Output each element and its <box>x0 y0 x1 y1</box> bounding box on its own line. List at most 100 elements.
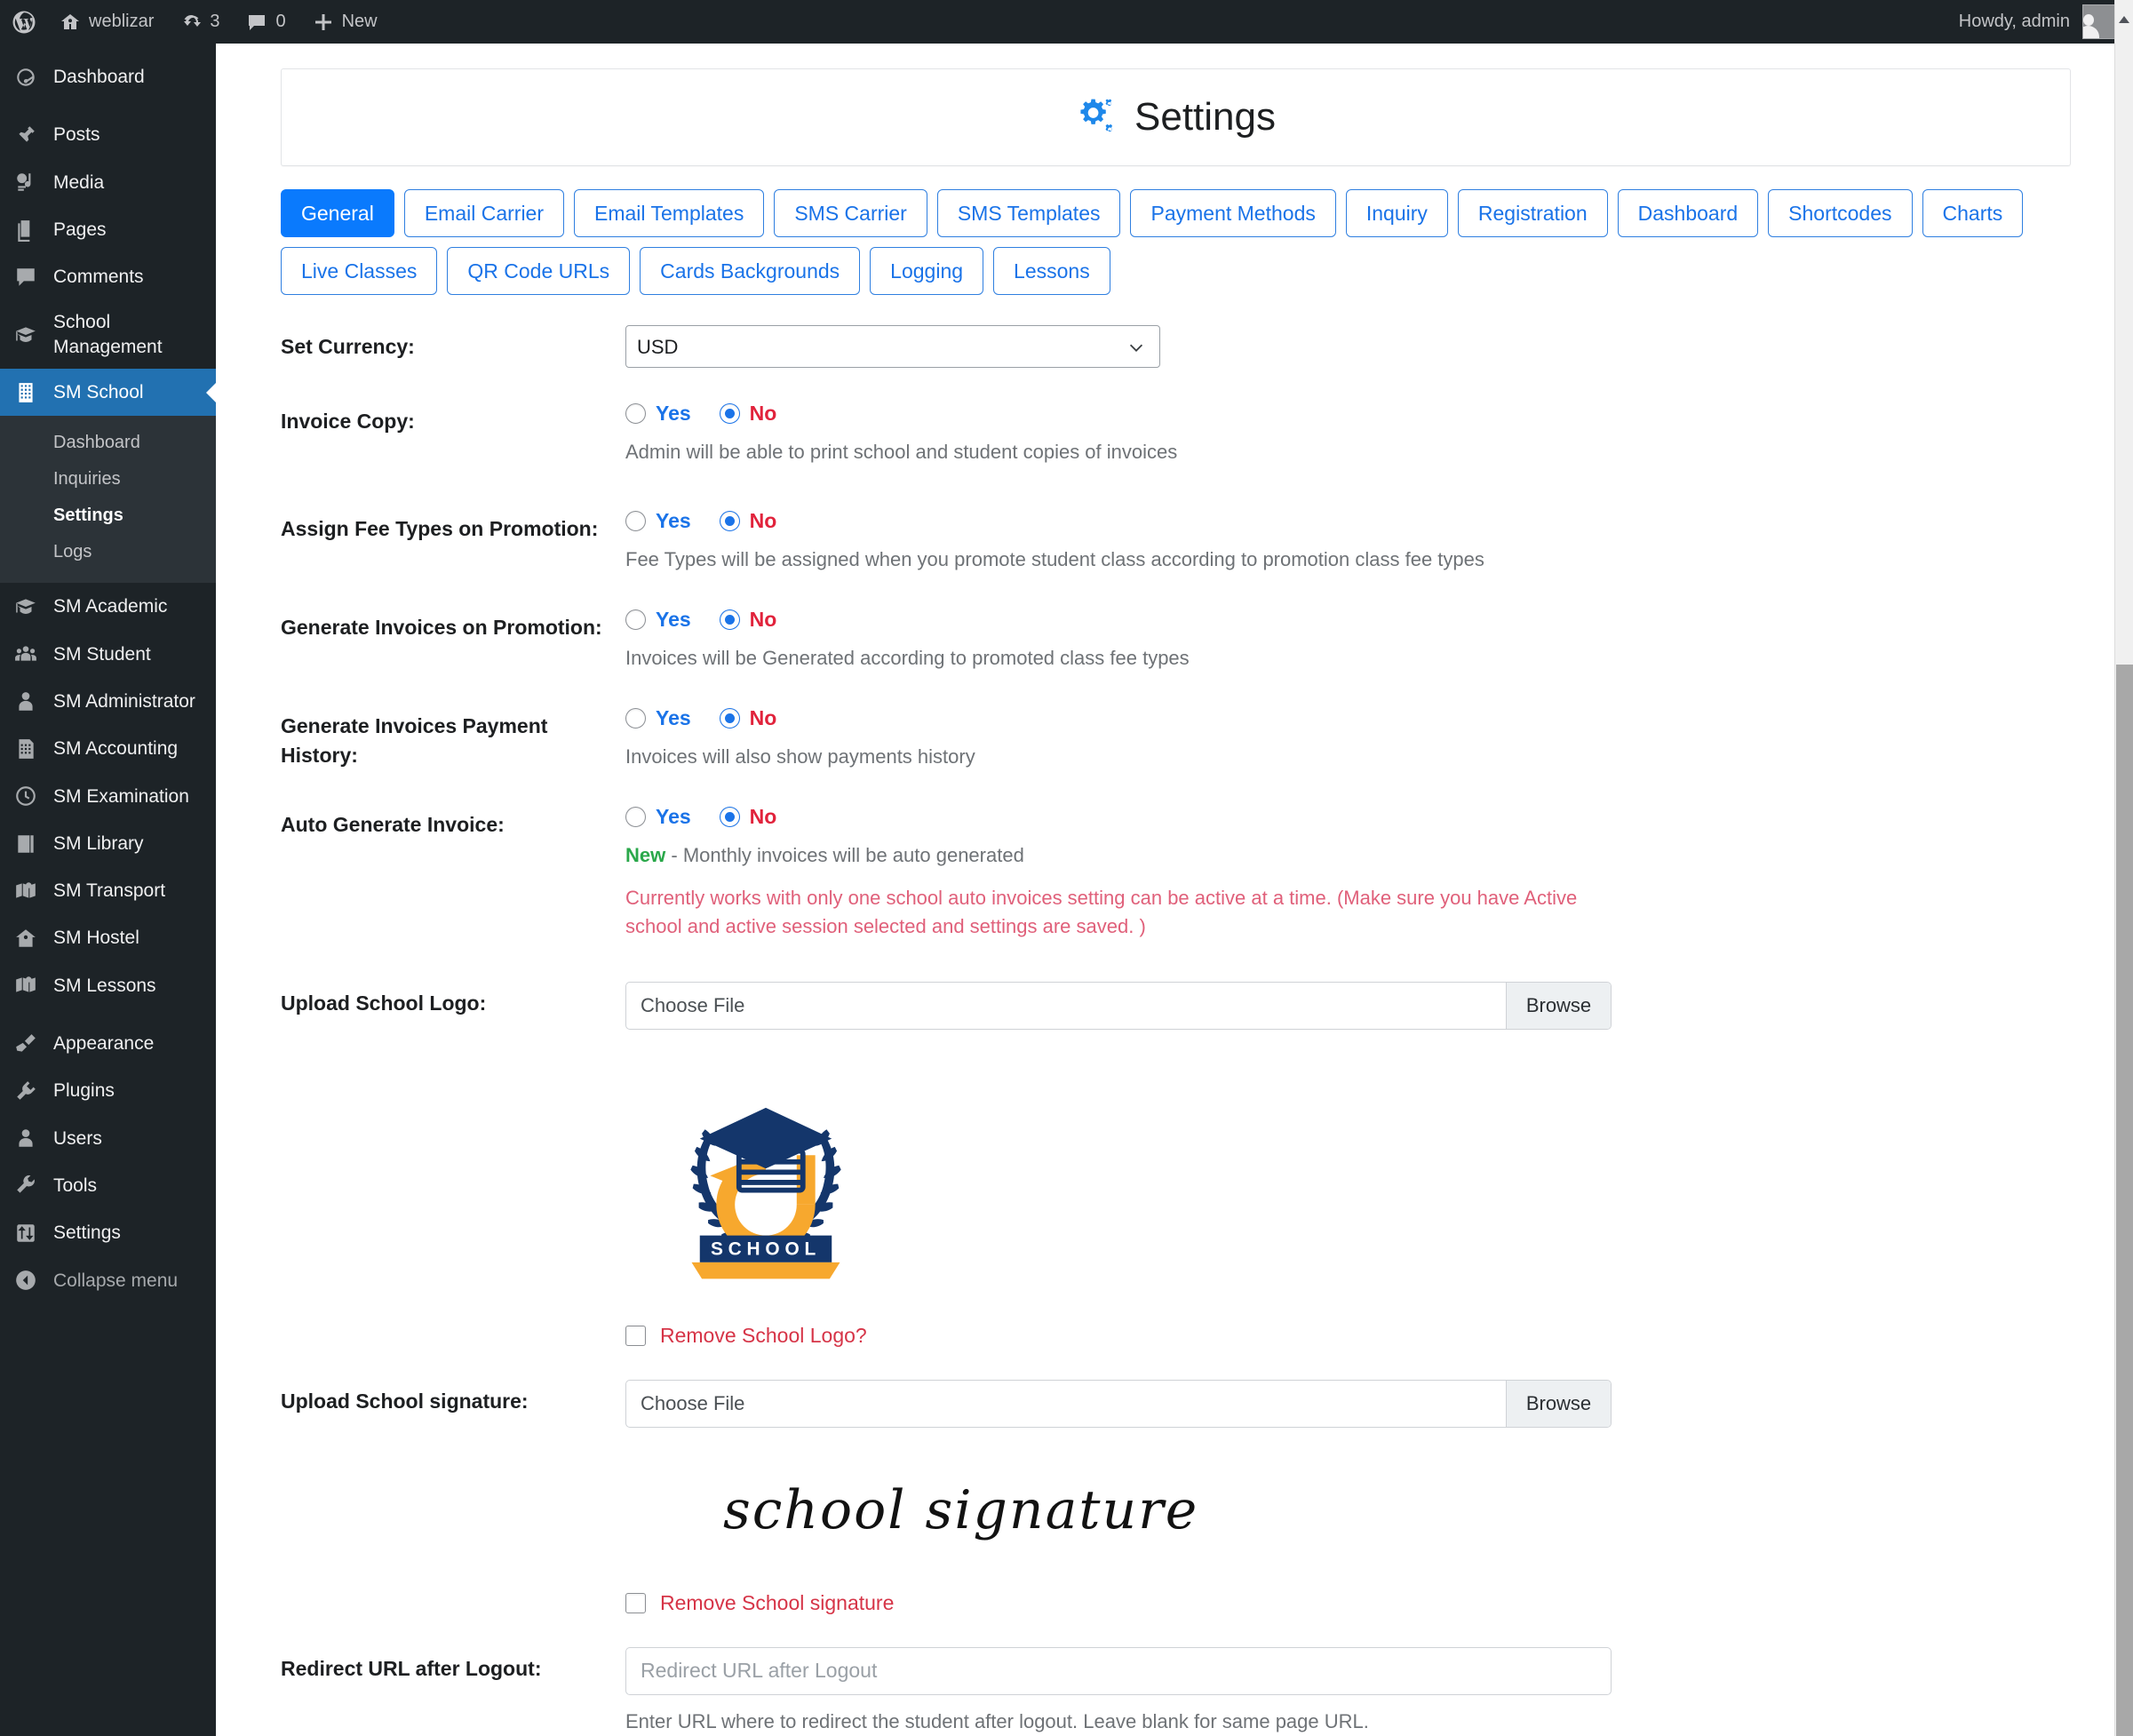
auto-generate-invoice-no[interactable]: No <box>719 805 776 829</box>
remove-school-signature-row[interactable]: Remove School signature <box>625 1591 2114 1615</box>
graduation-cap-icon <box>12 595 39 618</box>
sidebar-subitem-logs[interactable]: Logs <box>0 534 216 570</box>
sidebar-item-media[interactable]: Media <box>0 159 216 206</box>
currency-select[interactable]: USD <box>625 325 1160 369</box>
sidebar-item-label: SM Academic <box>53 596 168 617</box>
generate-invoices-payment-history-no[interactable]: No <box>719 705 777 730</box>
field-redirect-url: Redirect URL after Logout: Enter URL whe… <box>281 1646 2114 1736</box>
tab-live-classes[interactable]: Live Classes <box>281 247 438 296</box>
sidebar-item-sm-academic[interactable]: SM Academic <box>0 583 216 630</box>
generate-invoices-payment-history-yes[interactable]: Yes <box>625 706 691 730</box>
page-scrollbar[interactable] <box>2114 0 2133 1736</box>
school-logo-file-input[interactable]: Choose File Browse <box>625 981 1612 1030</box>
remove-school-logo-checkbox[interactable] <box>625 1325 646 1346</box>
clock-icon <box>12 784 39 808</box>
sidebar-item-label: SM Lessons <box>53 975 156 996</box>
auto-generate-invoice-yes[interactable]: Yes <box>625 805 691 829</box>
sidebar-item-sm-administrator[interactable]: SM Administrator <box>0 678 216 725</box>
tab-logging[interactable]: Logging <box>870 247 984 296</box>
howdy-label[interactable]: Howdy, admin <box>1959 12 2070 32</box>
sidebar-item-comments[interactable]: Comments <box>0 253 216 300</box>
generate-invoices-promotion-yes[interactable]: Yes <box>625 608 691 632</box>
sidebar-item-sm-hostel[interactable]: SM Hostel <box>0 914 216 961</box>
sidebar-item-label: SM Examination <box>53 785 189 807</box>
tab-payment-methods[interactable]: Payment Methods <box>1130 189 1336 238</box>
sidebar-item-label: Appearance <box>53 1033 155 1055</box>
field-generate-invoices-promotion: Generate Invoices on Promotion: Yes No I… <box>281 606 2114 673</box>
radio-no[interactable] <box>719 707 740 729</box>
radio-no-label: No <box>749 705 777 729</box>
remove-school-logo-row[interactable]: Remove School Logo? <box>625 1324 2114 1348</box>
sidebar-item-users[interactable]: Users <box>0 1115 216 1162</box>
sidebar-item-dashboard[interactable]: Dashboard <box>0 53 216 100</box>
sidebar-item-sm-school[interactable]: SM School <box>0 369 217 417</box>
school-signature-file-input[interactable]: Choose File Browse <box>625 1379 1612 1428</box>
sidebar-item-sm-lessons[interactable]: SM Lessons <box>0 962 216 1009</box>
sidebar-item-pages[interactable]: Pages <box>0 206 216 253</box>
invoice-copy-yes[interactable]: Yes <box>625 402 691 426</box>
generate-invoices-promotion-no[interactable]: No <box>719 608 776 632</box>
sidebar-item-school-management[interactable]: School Management <box>0 300 216 369</box>
graduation-cap-icon <box>12 323 39 346</box>
radio-no[interactable] <box>719 403 740 425</box>
sidebar-item-sm-examination[interactable]: SM Examination <box>0 773 216 820</box>
sidebar-item-sm-transport[interactable]: SM Transport <box>0 867 216 914</box>
assign-fee-types-yes[interactable]: Yes <box>625 509 691 533</box>
sidebar-item-sm-student[interactable]: SM Student <box>0 631 216 678</box>
tab-inquiry[interactable]: Inquiry <box>1345 189 1448 238</box>
sidebar-item-settings[interactable]: Settings <box>0 1209 216 1256</box>
tab-sms-carrier[interactable]: SMS Carrier <box>774 189 927 238</box>
sidebar-item-sm-library[interactable]: SM Library <box>0 820 216 867</box>
school-signature-browse-button[interactable]: Browse <box>1506 1380 1611 1427</box>
assign-fee-types-no[interactable]: No <box>719 509 776 533</box>
radio-yes[interactable] <box>625 403 646 425</box>
radio-yes[interactable] <box>625 609 646 631</box>
sidebar-subitem-dashboard[interactable]: Dashboard <box>0 425 216 461</box>
sidebar-item-sm-accounting[interactable]: SM Accounting <box>0 725 216 772</box>
scrollbar-up-button[interactable] <box>2115 0 2133 39</box>
field-assign-fee-types: Assign Fee Types on Promotion: Yes No Fe… <box>281 507 2114 574</box>
tab-charts[interactable]: Charts <box>1922 189 2024 238</box>
sidebar-item-collapse-menu[interactable]: Collapse menu <box>0 1257 216 1304</box>
radio-yes[interactable] <box>625 806 646 827</box>
wordpress-icon <box>11 9 37 36</box>
scrollbar-thumb[interactable] <box>2116 665 2133 1736</box>
tab-shortcodes[interactable]: Shortcodes <box>1768 189 1913 238</box>
sidebar-subitem-settings[interactable]: Settings <box>0 498 216 534</box>
tab-dashboard[interactable]: Dashboard <box>1617 189 1759 238</box>
tab-cards-backgrounds[interactable]: Cards Backgrounds <box>640 247 861 296</box>
radio-no[interactable] <box>719 609 740 631</box>
tab-general[interactable]: General <box>281 189 394 238</box>
comments-button[interactable]: 0 <box>233 0 298 44</box>
sidebar-item-label: SM School <box>53 382 144 403</box>
remove-school-signature-checkbox[interactable] <box>625 1592 646 1613</box>
sidebar-item-plugins[interactable]: Plugins <box>0 1067 216 1114</box>
avatar[interactable] <box>2082 4 2117 39</box>
sidebar-item-posts[interactable]: Posts <box>0 111 216 158</box>
generate-invoices-promotion-radio-group: Yes No <box>625 606 2114 632</box>
tab-qr-code-urls[interactable]: QR Code URLs <box>447 247 631 296</box>
tab-registration[interactable]: Registration <box>1457 189 1608 238</box>
tab-email-carrier[interactable]: Email Carrier <box>403 189 565 238</box>
new-content-button[interactable]: New <box>299 0 391 44</box>
wordpress-logo-button[interactable] <box>0 0 46 44</box>
updates-button[interactable]: 3 <box>167 0 233 44</box>
sidebar-item-appearance[interactable]: Appearance <box>0 1020 216 1067</box>
invoice-copy-no[interactable]: No <box>719 402 776 426</box>
radio-yes[interactable] <box>625 707 646 729</box>
radio-no[interactable] <box>719 806 740 827</box>
sidebar-item-tools[interactable]: Tools <box>0 1162 216 1209</box>
auto-generate-invoice-label: Auto Generate Invoice: <box>281 812 505 836</box>
dashboard-icon <box>12 66 39 89</box>
redirect-url-input[interactable] <box>625 1646 1612 1695</box>
tab-email-templates[interactable]: Email Templates <box>574 189 765 238</box>
radio-yes[interactable] <box>625 511 646 532</box>
school-logo-browse-button[interactable]: Browse <box>1506 982 1611 1029</box>
tab-sms-templates[interactable]: SMS Templates <box>936 189 1121 238</box>
site-name-menu[interactable]: weblizar <box>46 0 167 44</box>
sidebar-subitem-inquiries[interactable]: Inquiries <box>0 461 216 498</box>
tab-lessons[interactable]: Lessons <box>993 247 1110 296</box>
radio-no[interactable] <box>719 511 740 532</box>
